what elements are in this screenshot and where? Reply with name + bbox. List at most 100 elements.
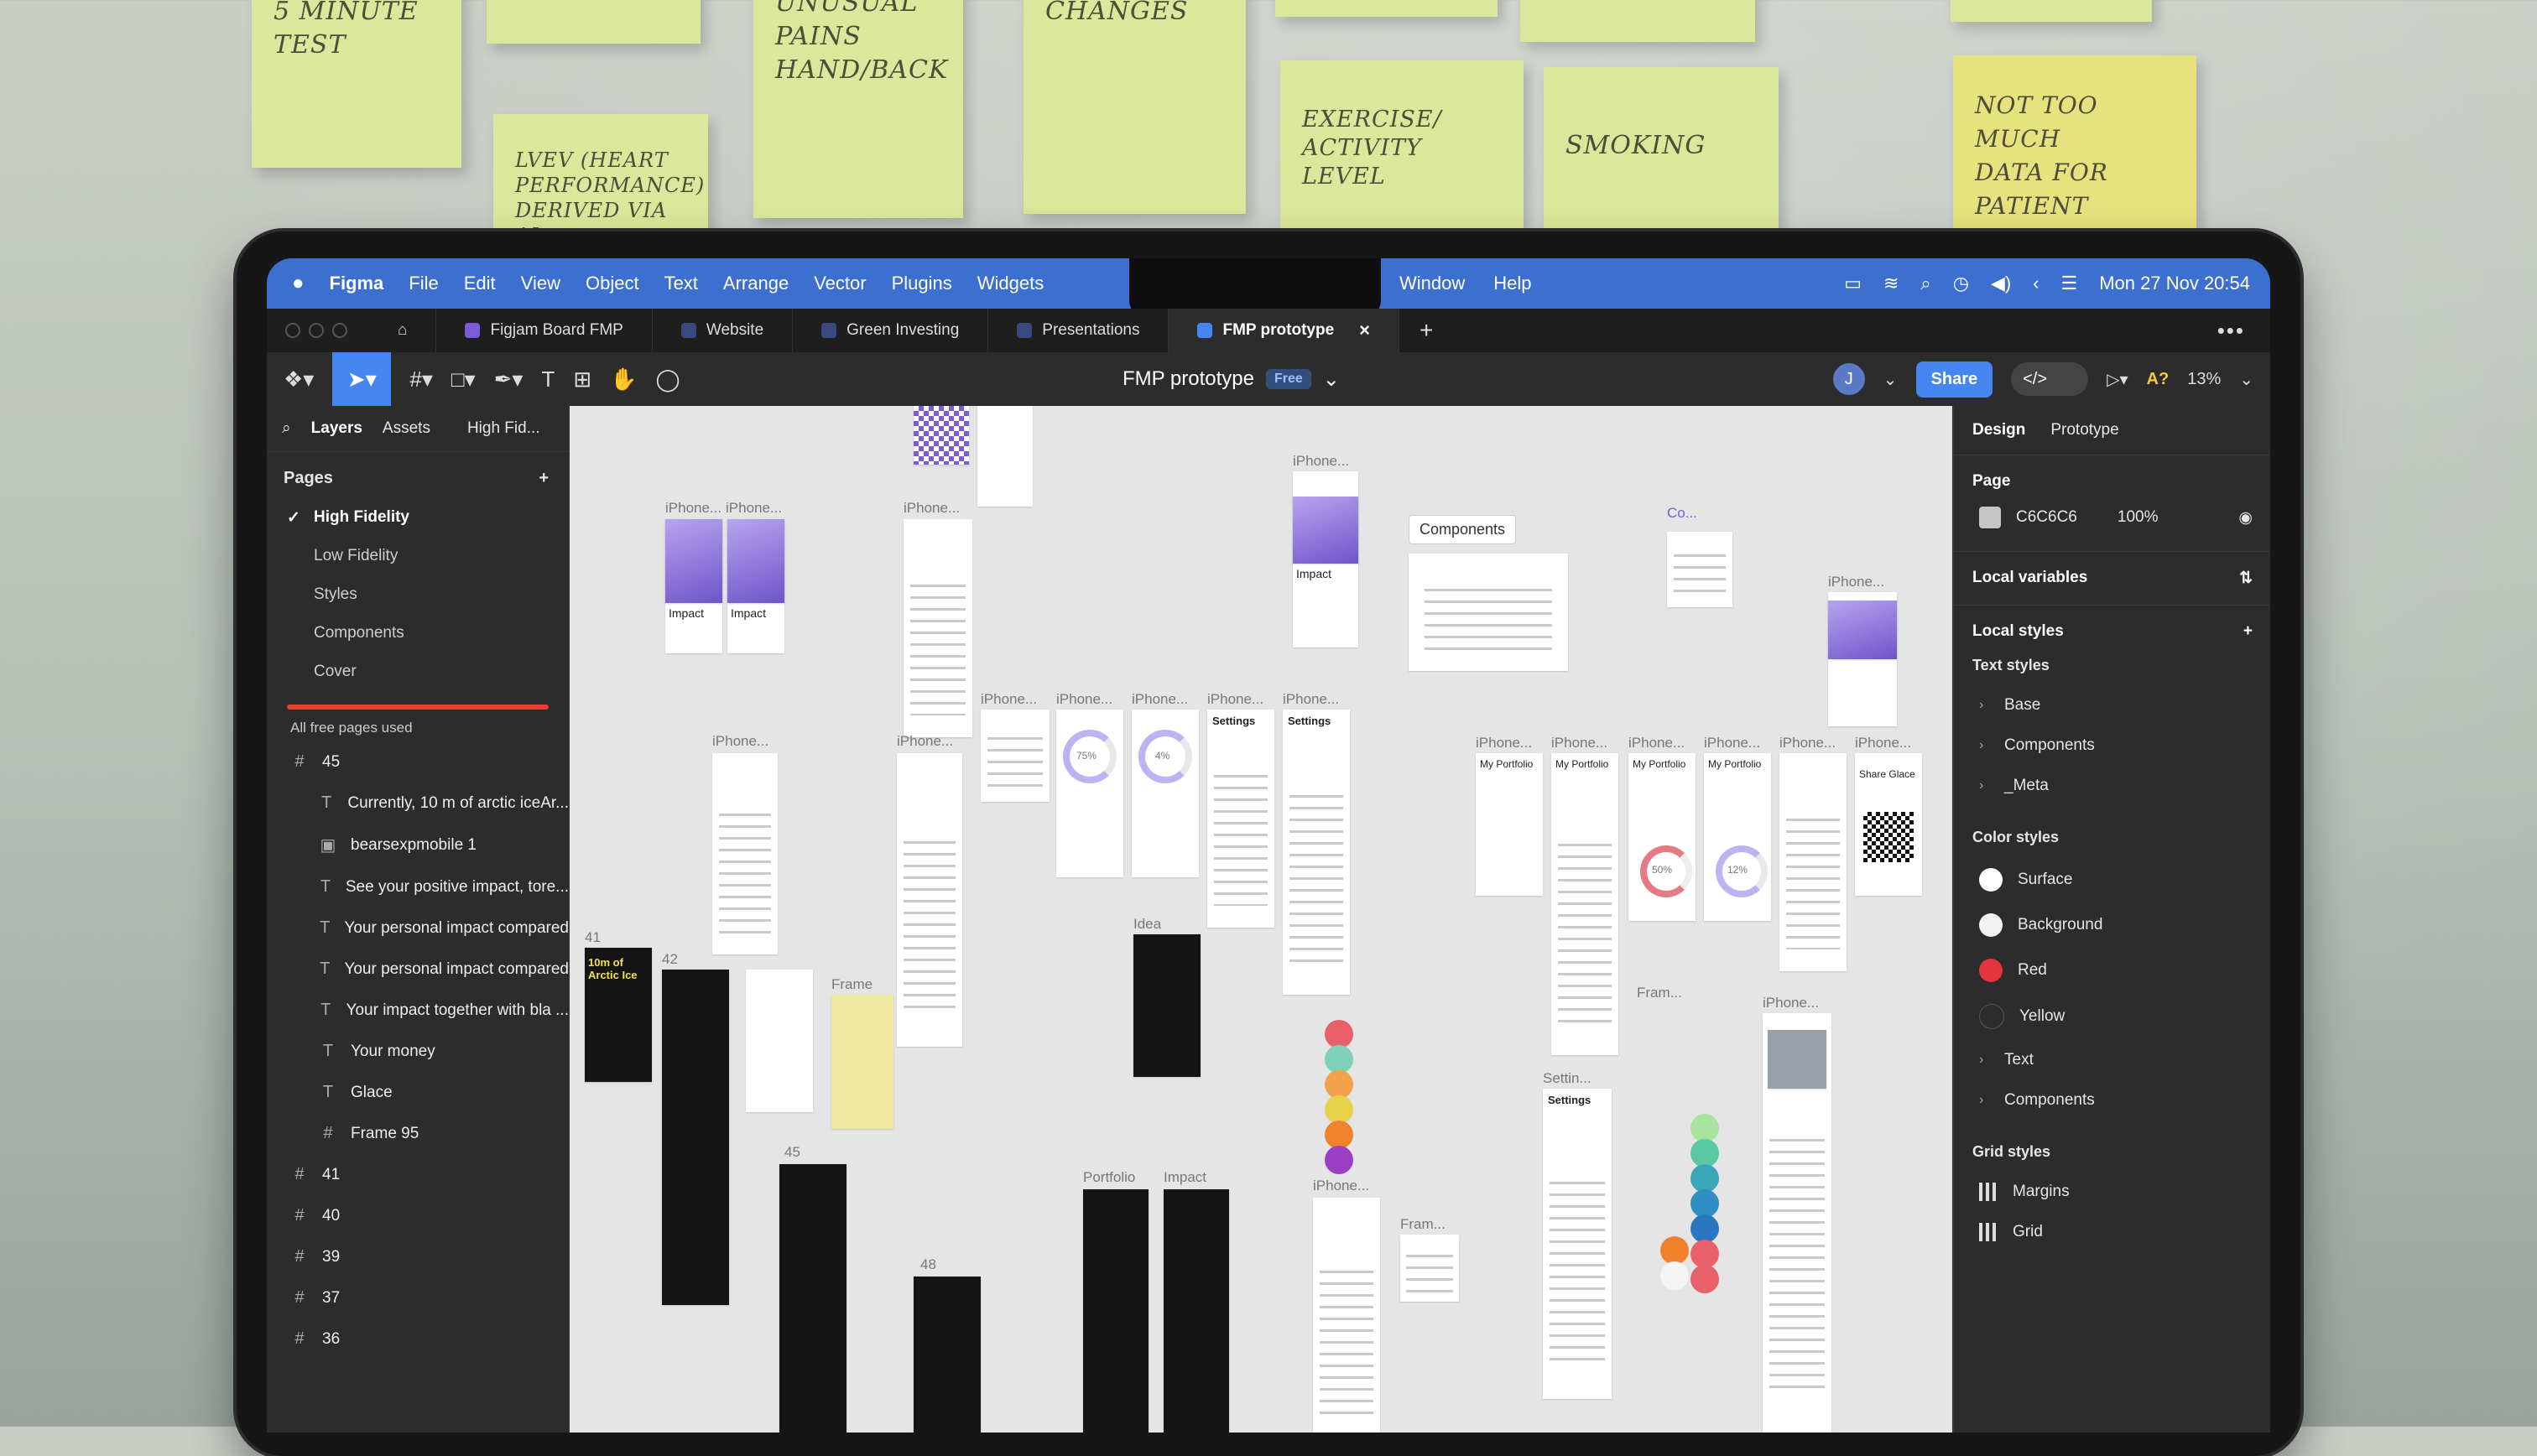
palette-swatch[interactable] (1660, 1261, 1689, 1290)
impact-frame[interactable]: Impact (665, 519, 722, 653)
menu-widgets[interactable]: Widgets (977, 273, 1044, 294)
canvas-frame[interactable] (1779, 753, 1847, 971)
frame-tool-icon[interactable]: #▾ (409, 367, 433, 393)
layer-row[interactable]: T See your positive impact, tore... (267, 866, 569, 907)
pen-tool-icon[interactable]: ✒▾ (494, 367, 524, 393)
palette-swatch[interactable] (1690, 1240, 1719, 1268)
close-tab-icon[interactable]: × (1359, 320, 1370, 341)
avatar[interactable]: J (1832, 363, 1865, 395)
zoom-window-icon[interactable] (332, 323, 347, 338)
page-selector[interactable]: High Fid... (467, 419, 540, 438)
resources-icon[interactable]: ⊞ (573, 367, 591, 393)
layer-row[interactable]: #37 (267, 1277, 569, 1318)
zoom-dropdown[interactable]: 13% (2187, 370, 2221, 389)
canvas-frame[interactable] (1313, 1198, 1380, 1433)
more-icon[interactable]: ••• (2217, 318, 2245, 344)
eye-icon[interactable]: ◉ (2238, 508, 2253, 528)
palette-swatch[interactable] (1325, 1070, 1353, 1099)
settings-frame[interactable]: Settings (1283, 710, 1350, 995)
canvas-frame[interactable] (712, 753, 778, 954)
impact-frame[interactable] (1164, 1189, 1229, 1433)
menu-help[interactable]: Help (1493, 273, 1531, 294)
layer-row[interactable]: T Glace (267, 1072, 569, 1113)
impact-frame[interactable]: Impact (727, 519, 784, 653)
tab-presentations[interactable]: Presentations (988, 309, 1170, 352)
canvas-frame[interactable] (914, 1277, 981, 1433)
chevron-down-icon[interactable]: ⌄ (1323, 367, 1340, 392)
canvas-frame[interactable] (904, 519, 972, 737)
chart-frame[interactable]: 4% (1132, 710, 1199, 877)
canvas-frame[interactable] (1828, 592, 1897, 726)
canvas-frame[interactable] (1763, 1013, 1831, 1433)
canvas-frame[interactable] (831, 995, 893, 1129)
move-tool-icon[interactable]: ➤▾ (332, 352, 392, 406)
color-style-group[interactable]: › Components (1954, 1080, 2270, 1121)
page-item-components[interactable]: Components (267, 614, 569, 653)
palette-swatch[interactable] (1690, 1214, 1719, 1243)
menu-object[interactable]: Object (586, 273, 639, 294)
color-style-item[interactable]: Red (1954, 948, 2270, 993)
canvas-frame[interactable] (779, 1164, 847, 1433)
layer-row[interactable]: T Currently, 10 m of arctic iceAr... (267, 783, 569, 824)
components-label[interactable]: Components (1409, 515, 1517, 544)
tab-website[interactable]: Website (653, 309, 794, 352)
clock-icon[interactable]: ◷ (1953, 273, 1969, 294)
document-title[interactable]: FMP prototype (1123, 367, 1254, 391)
settings-frame[interactable]: Settings (1543, 1089, 1612, 1399)
tab-layers[interactable]: Layers (311, 419, 362, 438)
settings-frame[interactable]: Settings (1207, 710, 1274, 928)
design-canvas[interactable]: iPhone... iPhone... Impact Impact iPhone… (570, 406, 1952, 1433)
wifi-icon[interactable]: ≋ (1883, 273, 1899, 294)
layer-row[interactable]: T Your personal impact compared (267, 949, 569, 990)
layer-row[interactable]: #40 (267, 1195, 569, 1236)
new-tab-icon[interactable]: + (1399, 317, 1453, 344)
dev-mode-toggle[interactable]: </> (2011, 362, 2089, 396)
portfolio-frame[interactable]: My Portfolio (1476, 753, 1543, 896)
color-style-item[interactable]: Yellow (1954, 993, 2270, 1040)
palette-swatch[interactable] (1660, 1236, 1689, 1265)
layer-row[interactable]: #36 (267, 1318, 569, 1360)
impact-frame[interactable]: Impact (1293, 471, 1358, 647)
portfolio-frame[interactable]: My Portfolio (1551, 753, 1618, 1055)
chevron-down-icon[interactable]: ⌄ (2239, 369, 2253, 390)
local-variables-heading[interactable]: Local variables (1972, 569, 2087, 588)
page-fill-row[interactable]: C6C6C6 100% ◉ (1954, 496, 2270, 539)
volume-icon[interactable]: ◀) (1991, 273, 2011, 294)
app-menu[interactable]: Figma (330, 273, 384, 294)
text-tool-icon[interactable]: T (541, 367, 555, 393)
tab-prototype[interactable]: Prototype (2050, 421, 2118, 439)
palette-swatch[interactable] (1690, 1265, 1719, 1293)
search-icon[interactable]: ⌕ (1920, 273, 1930, 294)
qr-frame[interactable] (914, 406, 969, 465)
share-frame[interactable]: Share Glace (1855, 753, 1922, 896)
grid-style-item[interactable]: Grid (1954, 1212, 2270, 1252)
components-frame[interactable] (1409, 554, 1568, 671)
menu-edit[interactable]: Edit (464, 273, 496, 294)
palette-swatch[interactable] (1690, 1114, 1719, 1142)
close-window-icon[interactable] (285, 323, 300, 338)
control-center-icon[interactable]: ☰ (2060, 273, 2077, 294)
add-page-icon[interactable]: + (539, 469, 549, 488)
page-item-high-fidelity[interactable]: High Fidelity (267, 498, 569, 537)
palette-swatch[interactable] (1690, 1139, 1719, 1167)
chevron-down-icon[interactable]: ⌄ (1883, 369, 1898, 390)
tab-green-investing[interactable]: Green Investing (793, 309, 989, 352)
chevron-left-icon[interactable]: ‹ (2033, 273, 2039, 294)
page-item-low-fidelity[interactable]: Low Fidelity (267, 537, 569, 575)
page-item-styles[interactable]: Styles (267, 575, 569, 614)
chart-frame[interactable]: 75% (1056, 710, 1123, 877)
canvas-frame[interactable] (746, 970, 813, 1112)
tab-design[interactable]: Design (1972, 421, 2025, 439)
page-color-value[interactable]: C6C6C6 (2016, 508, 2077, 527)
add-style-icon[interactable]: + (2243, 622, 2253, 641)
page-color-swatch[interactable] (1979, 507, 2001, 528)
menu-plugins[interactable]: Plugins (892, 273, 952, 294)
layer-row[interactable]: ▣ bearsexpmobile 1 (267, 824, 569, 866)
portfolio-frame[interactable]: My Portfolio 50% (1628, 753, 1696, 921)
layer-row[interactable]: T Your personal impact compared (267, 907, 569, 949)
portfolio-frame[interactable]: My Portfolio 12% (1704, 753, 1771, 921)
menu-window[interactable]: Window (1399, 273, 1465, 294)
arctic-frame[interactable]: 10m of Arctic Ice (585, 948, 652, 1082)
menu-vector[interactable]: Vector (814, 273, 866, 294)
idea-frame[interactable] (1133, 934, 1201, 1077)
